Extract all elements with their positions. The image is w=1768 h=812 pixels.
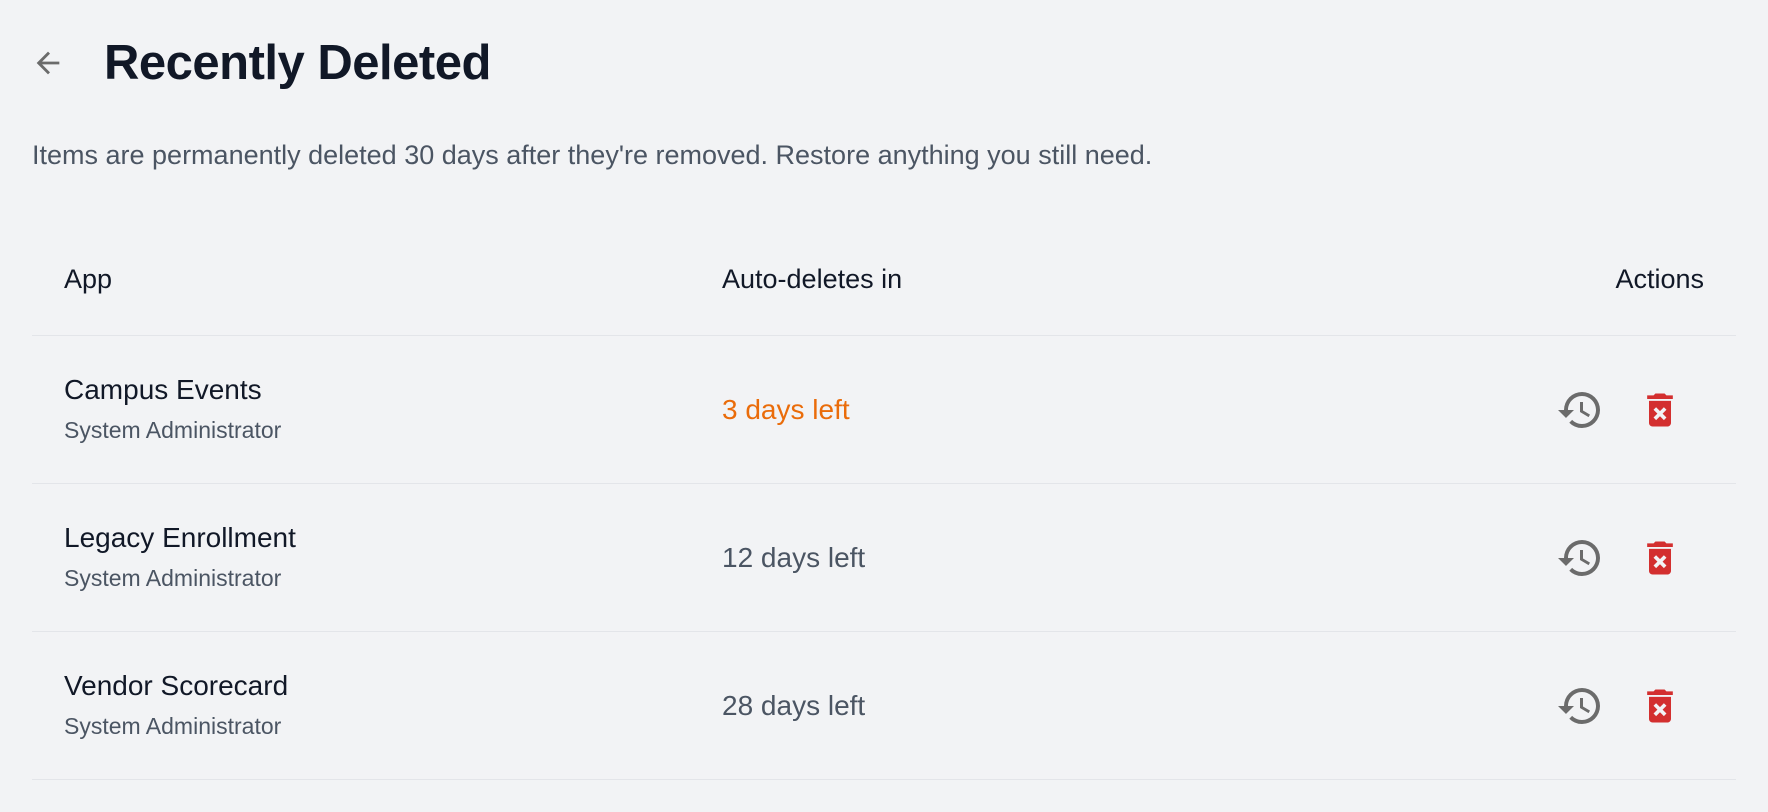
app-owner: System Administrator xyxy=(64,565,282,591)
row-actions xyxy=(1556,534,1684,582)
row-actions xyxy=(1556,386,1684,434)
restore-history-icon xyxy=(1558,688,1600,724)
table-row: Campus Events System Administrator 3 day… xyxy=(32,336,1736,484)
delete-forever-icon xyxy=(1647,541,1673,575)
auto-delete-countdown: 28 days left xyxy=(722,690,866,721)
app-owner: System Administrator xyxy=(64,417,282,443)
row-actions xyxy=(1556,682,1684,730)
column-header-auto-deletes: Auto-deletes in xyxy=(722,264,903,294)
delete-forever-button[interactable] xyxy=(1636,386,1684,434)
app-name: Campus Events xyxy=(64,374,262,405)
back-button[interactable] xyxy=(28,43,68,83)
column-header-app: App xyxy=(64,264,113,294)
arrow-left-icon xyxy=(36,51,60,75)
column-header-actions: Actions xyxy=(1615,264,1704,294)
app-name: Vendor Scorecard xyxy=(64,670,289,701)
delete-forever-icon xyxy=(1647,393,1673,427)
delete-forever-icon xyxy=(1647,689,1673,723)
delete-forever-button[interactable] xyxy=(1636,534,1684,582)
page-header: Recently Deleted xyxy=(28,28,491,98)
app-name: Legacy Enrollment xyxy=(64,522,296,553)
recently-deleted-page: Recently Deleted Items are permanently d… xyxy=(0,0,1768,812)
restore-history-icon xyxy=(1558,392,1600,428)
restore-button[interactable] xyxy=(1556,682,1604,730)
deleted-apps-table: App Auto-deletes in Actions Campus Event… xyxy=(32,232,1736,780)
delete-forever-button[interactable] xyxy=(1636,682,1684,730)
auto-delete-countdown: 12 days left xyxy=(722,542,866,573)
table-header: App Auto-deletes in Actions xyxy=(32,232,1736,336)
restore-button[interactable] xyxy=(1556,534,1604,582)
restore-button[interactable] xyxy=(1556,386,1604,434)
page-description: Items are permanently deleted 30 days af… xyxy=(32,140,1153,170)
auto-delete-countdown: 3 days left xyxy=(722,394,850,425)
restore-history-icon xyxy=(1558,540,1600,576)
page-title: Recently Deleted xyxy=(104,36,491,90)
table-row: Vendor Scorecard System Administrator 28… xyxy=(32,632,1736,780)
app-owner: System Administrator xyxy=(64,713,282,739)
table-row: Legacy Enrollment System Administrator 1… xyxy=(32,484,1736,632)
